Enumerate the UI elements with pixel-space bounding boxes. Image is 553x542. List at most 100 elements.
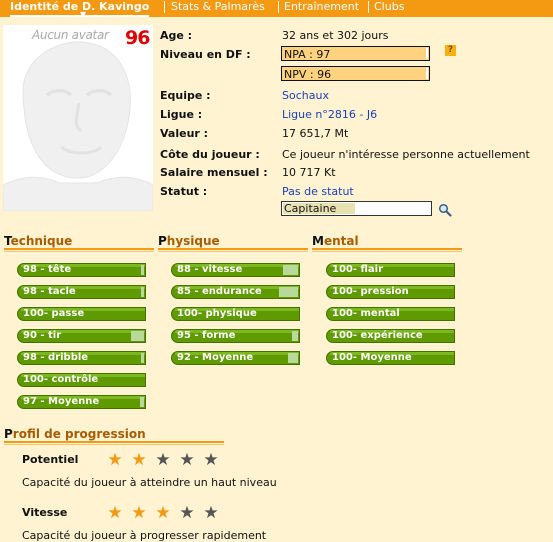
profil-header: Profil de progression	[4, 427, 146, 441]
stat-bar-mental: 100- mental	[326, 307, 455, 321]
stat-bar-endurance: 85 - endurance	[171, 285, 300, 299]
potentiel-title: Potentiel	[22, 453, 79, 466]
star-icon: ★	[179, 450, 195, 470]
bar-empty-portion	[141, 265, 144, 275]
bar-empty-portion	[292, 331, 298, 341]
stat-bar-technique-moyenne: 97 - Moyenne	[17, 395, 146, 409]
ligue-link[interactable]: Ligue n°2816 - J6	[282, 108, 377, 121]
stat-label: 95 - forme	[177, 330, 236, 341]
stat-bar-tacle: 98 - tacle	[17, 285, 146, 299]
help-icon[interactable]: ?	[445, 45, 456, 56]
stat-label: 98 - dribble	[23, 352, 89, 363]
player-rating: 96	[125, 27, 150, 49]
equipe-label: Equipe :	[160, 89, 211, 102]
tab-stats-palmares[interactable]: Stats & Palmarès	[171, 0, 265, 17]
stat-label: 97 - Moyenne	[23, 396, 100, 407]
star-icon: ★	[131, 450, 147, 470]
niveau-label: Niveau en DF :	[160, 48, 251, 61]
star-icon: ★	[179, 503, 195, 523]
stat-label: 98 - tête	[23, 264, 72, 275]
star-icon: ★	[131, 503, 147, 523]
vitesse-description: Capacité du joueur à progresser rapideme…	[22, 529, 267, 542]
salaire-value: 10 717 Kt	[282, 166, 336, 179]
tab-entrainement[interactable]: Entraînement	[284, 0, 359, 17]
player-avatar: Aucun avatar 96	[3, 25, 153, 211]
stat-label: 100- Moyenne	[332, 352, 412, 363]
star-icon: ★	[155, 450, 171, 470]
age-value: 32 ans et 302 jours	[282, 29, 389, 42]
bar-empty-portion	[279, 287, 298, 297]
age-label: Age :	[160, 29, 193, 42]
ligue-label: Ligue :	[160, 108, 203, 121]
physique-underline	[158, 248, 308, 250]
npa-field: NPA : 97	[281, 46, 430, 61]
stat-label: 92 - Moyenne	[177, 352, 254, 363]
statut-label: Statut :	[160, 185, 208, 198]
tab-bar: Identité de D. Kavingo Stats & Palmarès …	[0, 0, 553, 19]
tab-clubs[interactable]: Clubs	[374, 0, 404, 17]
profil-underline-shadow	[4, 444, 224, 445]
star-icon: ★	[155, 503, 171, 523]
vitesse-title: Vitesse	[22, 506, 68, 519]
valeur-label: Valeur :	[160, 127, 209, 140]
star-icon: ★	[107, 503, 123, 523]
stat-label: 98 - tacle	[23, 286, 76, 297]
stat-label: 88 - vitesse	[177, 264, 243, 275]
placeholder-face-icon	[3, 41, 153, 211]
npa-field-edge	[426, 48, 428, 59]
bar-empty-portion	[131, 331, 144, 341]
bar-empty-portion	[283, 265, 298, 275]
npv-field: NPV : 96	[281, 66, 430, 81]
potentiel-description: Capacité du joueur à atteindre un haut n…	[22, 476, 277, 489]
physique-header-initial: P	[158, 234, 167, 248]
stat-bar-controle: 100- contrôle	[17, 373, 146, 387]
avatar-placeholder-text: Aucun avatar	[32, 28, 109, 42]
npa-value: NPA : 97	[284, 48, 331, 61]
vitesse-stars: ★ ★ ★ ★ ★	[103, 504, 223, 522]
stat-bar-tete: 98 - tête	[17, 263, 146, 277]
stat-bar-tir: 90 - tir	[17, 329, 146, 343]
mental-header-rest: ental	[323, 234, 359, 248]
equipe-link[interactable]: Sochaux	[282, 89, 329, 102]
technique-header-rest: echnique	[10, 234, 73, 248]
potentiel-stars: ★ ★ ★ ★ ★	[103, 451, 223, 469]
stat-bar-experience: 100- expérience	[326, 329, 455, 343]
stat-label: 100- expérience	[332, 330, 423, 341]
physique-header-rest: hysique	[166, 234, 220, 248]
stat-bar-physique: 100- physique	[171, 307, 300, 321]
stat-bar-forme: 95 - forme	[171, 329, 300, 343]
stat-bar-mental-moyenne: 100- Moyenne	[326, 351, 455, 365]
stat-label: 100- pression	[332, 286, 409, 297]
mental-header-initial: M	[312, 234, 324, 248]
bar-empty-portion	[141, 287, 144, 297]
mental-underline	[312, 248, 462, 250]
technique-underline-shadow	[4, 251, 154, 252]
salaire-label: Salaire mensuel :	[160, 166, 268, 179]
stat-label: 100- physique	[177, 308, 257, 319]
bar-empty-portion	[140, 397, 144, 407]
stat-bar-flair: 100- flair	[326, 263, 455, 277]
cote-value: Ce joueur n'intéresse personne actuellem…	[282, 148, 530, 161]
npv-value: NPV : 96	[284, 68, 332, 81]
technique-header-initial: T	[4, 234, 11, 248]
technique-header: Technique	[4, 234, 72, 248]
statut-link[interactable]: Pas de statut	[282, 185, 354, 198]
stat-bar-dribble: 98 - dribble	[17, 351, 146, 365]
bar-empty-portion	[141, 353, 144, 363]
profil-underline	[4, 441, 224, 443]
technique-underline	[4, 248, 154, 250]
stat-bar-pression: 100- pression	[326, 285, 455, 299]
star-icon: ★	[203, 503, 219, 523]
physique-header: Physique	[158, 234, 220, 248]
tab-separator	[278, 1, 279, 13]
profil-header-initial: P	[4, 427, 13, 441]
stat-label: 100- flair	[332, 264, 384, 275]
stat-label: 100- mental	[332, 308, 400, 319]
stat-bar-physique-moyenne: 92 - Moyenne	[171, 351, 300, 365]
search-icon[interactable]	[438, 203, 452, 217]
tab-separator	[164, 1, 165, 13]
profil-header-rest: rofil de progression	[12, 427, 146, 441]
physique-underline-shadow	[158, 251, 308, 252]
stat-label: 90 - tir	[23, 330, 62, 341]
role-select[interactable]: Capitaine	[281, 201, 432, 216]
